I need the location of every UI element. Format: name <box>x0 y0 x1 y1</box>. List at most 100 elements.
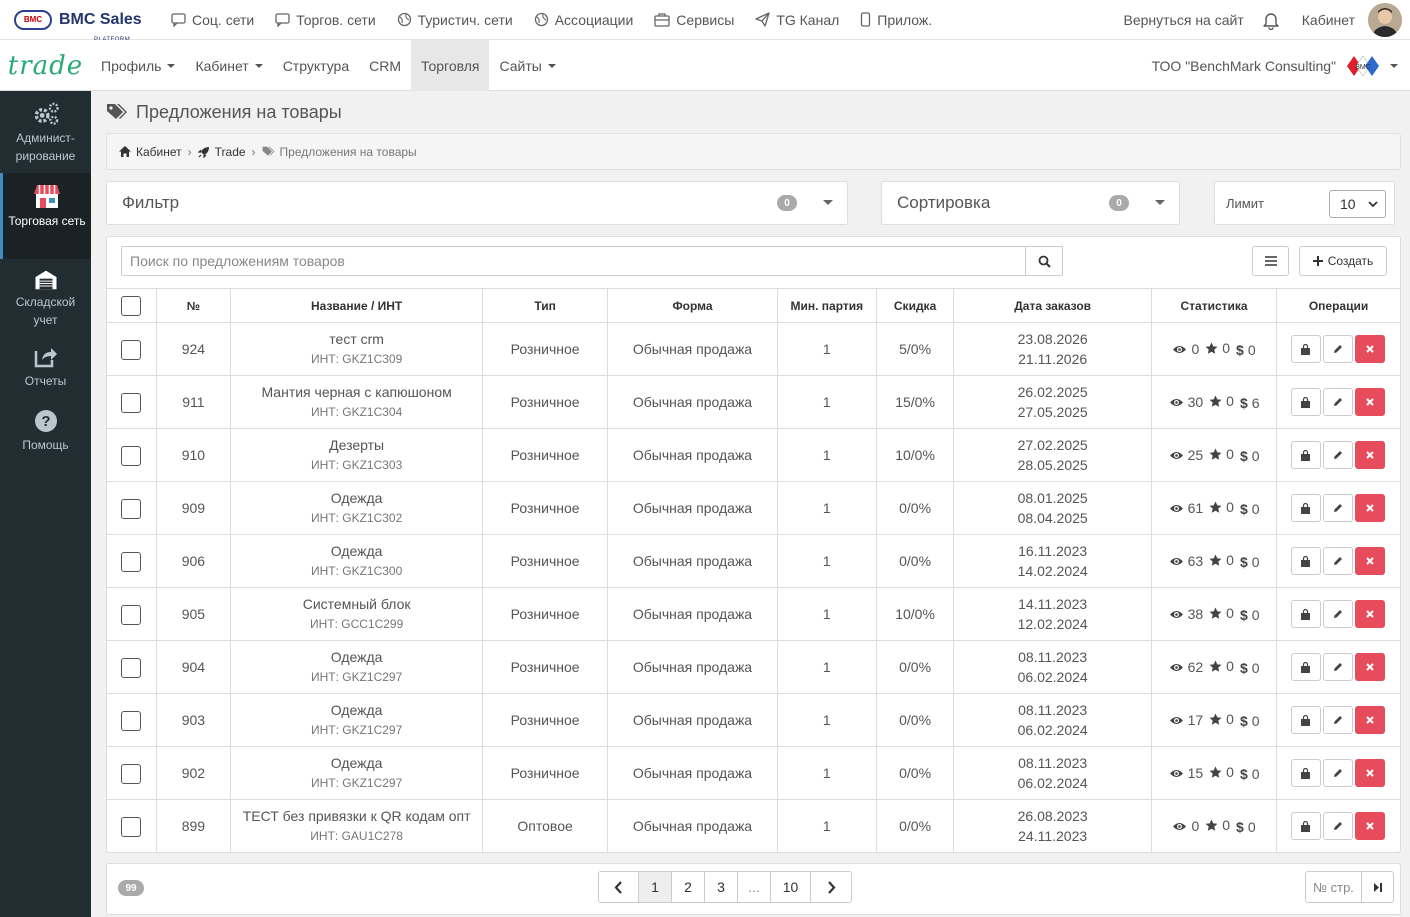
offer-name[interactable]: Дезерты <box>231 435 482 455</box>
order-button[interactable] <box>1290 335 1321 363</box>
offer-name[interactable]: Одежда <box>231 647 482 667</box>
table-row[interactable]: 906 Одежда ИНТ: GKZ1C300 Розничное Обычная п… <box>107 534 1400 588</box>
table-row[interactable]: 904 Одежда ИНТ: GKZ1C297 Розничное Обычная п… <box>107 640 1400 694</box>
sidebar-item-help[interactable]: ? Помощь <box>0 401 91 465</box>
nav-crm[interactable]: CRM <box>359 40 411 91</box>
edit-button[interactable] <box>1322 494 1353 522</box>
delete-button[interactable] <box>1354 706 1385 734</box>
table-row[interactable]: 910 Дезерты ИНТ: GKZ1C303 Розничное Обычная … <box>107 428 1400 482</box>
delete-button[interactable] <box>1354 600 1385 628</box>
avatar[interactable] <box>1368 3 1402 37</box>
order-button[interactable] <box>1290 441 1321 469</box>
select-all-checkbox[interactable] <box>121 295 142 316</box>
order-button[interactable] <box>1290 706 1321 734</box>
offer-name[interactable]: Одежда <box>231 700 482 720</box>
row-checkbox[interactable] <box>121 445 142 466</box>
prev-page-button[interactable] <box>599 872 639 902</box>
order-button[interactable] <box>1290 600 1321 628</box>
platform-logo[interactable]: BMC BMC Sales PLATFORM <box>14 9 154 43</box>
cabinet-link[interactable]: Кабинет <box>1302 12 1355 28</box>
edit-button[interactable] <box>1322 706 1353 734</box>
table-row[interactable]: 899 ТЕСТ без привязки к QR кодам опт ИНТ: … <box>107 799 1400 853</box>
row-checkbox[interactable] <box>121 657 142 678</box>
back-to-site-link[interactable]: Вернуться на сайт <box>1124 12 1244 28</box>
columns-menu-button[interactable] <box>1252 246 1289 276</box>
offer-name[interactable]: Одежда <box>231 488 482 508</box>
table-row[interactable]: 903 Одежда ИНТ: GKZ1C297 Розничное Обычная п… <box>107 693 1400 747</box>
delete-button[interactable] <box>1354 441 1385 469</box>
offer-name[interactable]: Одежда <box>231 753 482 773</box>
delete-button[interactable] <box>1354 388 1385 416</box>
breadcrumb-trade[interactable]: Trade <box>215 145 246 159</box>
create-button[interactable]: Создать <box>1299 246 1387 276</box>
top-nav-services[interactable]: Сервисы <box>654 12 734 28</box>
order-button[interactable] <box>1290 812 1321 840</box>
page-number-input[interactable]: № стр. <box>1306 872 1362 902</box>
top-nav-telegram[interactable]: TG Канал <box>755 12 839 28</box>
top-nav-associations[interactable]: Ассоциации <box>534 12 633 28</box>
nav-sites[interactable]: Сайты <box>489 40 565 91</box>
sidebar-item-warehouse[interactable]: Складской учет <box>0 259 91 337</box>
nav-cabinet[interactable]: Кабинет <box>185 40 272 91</box>
delete-button[interactable] <box>1354 812 1385 840</box>
order-button[interactable] <box>1290 653 1321 681</box>
table-row[interactable]: 924 тест crm ИНТ: GKZ1C309 Розничное Обычная… <box>107 322 1400 376</box>
top-nav-trade[interactable]: Торгов. сети <box>275 12 376 28</box>
page-3-button[interactable]: 3 <box>705 872 738 902</box>
edit-button[interactable] <box>1322 547 1353 575</box>
offer-name[interactable]: ТЕСТ без привязки к QR кодам опт <box>231 806 482 826</box>
filter-panel-toggle[interactable]: Фильтр 0 <box>106 181 848 225</box>
sidebar-item-admin[interactable]: Админист-рирование <box>0 91 91 173</box>
order-button[interactable] <box>1290 388 1321 416</box>
edit-button[interactable] <box>1322 388 1353 416</box>
sidebar-item-trade-network[interactable]: Торговая сеть <box>0 173 91 259</box>
col-header-form[interactable]: Форма <box>607 288 778 323</box>
row-checkbox[interactable] <box>121 498 142 519</box>
search-button[interactable] <box>1025 246 1063 276</box>
brand-logo[interactable]: trade <box>0 40 91 91</box>
top-nav-apps[interactable]: Прилож. <box>860 12 932 28</box>
row-checkbox[interactable] <box>121 816 142 837</box>
col-header-number[interactable]: № <box>156 288 232 323</box>
col-header-min-batch[interactable]: Мин. партия <box>777 288 877 323</box>
page-2-button[interactable]: 2 <box>672 872 705 902</box>
order-button[interactable] <box>1290 547 1321 575</box>
table-row[interactable]: 902 Одежда ИНТ: GKZ1C297 Розничное Обычная п… <box>107 746 1400 800</box>
row-checkbox[interactable] <box>121 551 142 572</box>
col-header-type[interactable]: Тип <box>482 288 609 323</box>
order-button[interactable] <box>1290 759 1321 787</box>
page-10-button[interactable]: 10 <box>771 872 811 902</box>
edit-button[interactable] <box>1322 600 1353 628</box>
edit-button[interactable] <box>1322 653 1353 681</box>
offer-name[interactable]: Одежда <box>231 541 482 561</box>
page-1-button[interactable]: 1 <box>639 872 672 902</box>
order-button[interactable] <box>1290 494 1321 522</box>
breadcrumb-cabinet[interactable]: Кабинет <box>136 145 182 159</box>
edit-button[interactable] <box>1322 335 1353 363</box>
delete-button[interactable] <box>1354 759 1385 787</box>
offer-name[interactable]: Системный блок <box>231 594 482 614</box>
edit-button[interactable] <box>1322 441 1353 469</box>
nav-profile[interactable]: Профиль <box>91 40 185 91</box>
search-input[interactable]: Поиск по предложениям товаров <box>121 246 1063 276</box>
table-row[interactable]: 905 Системный блок ИНТ: GCC1C299 Розничное О… <box>107 587 1400 641</box>
offer-name[interactable]: тест crm <box>231 329 482 349</box>
offer-name[interactable]: Мантия черная с капюшоном <box>231 382 482 402</box>
top-nav-social[interactable]: Соц. сети <box>171 12 254 28</box>
row-checkbox[interactable] <box>121 339 142 360</box>
nav-structure[interactable]: Структура <box>273 40 359 91</box>
col-header-order-dates[interactable]: Дата заказов <box>953 288 1153 323</box>
limit-select[interactable]: 10 <box>1329 190 1386 218</box>
edit-button[interactable] <box>1322 812 1353 840</box>
table-row[interactable]: 909 Одежда ИНТ: GKZ1C302 Розничное Обычная п… <box>107 481 1400 535</box>
row-checkbox[interactable] <box>121 710 142 731</box>
go-to-page-button[interactable] <box>1362 872 1393 902</box>
edit-button[interactable] <box>1322 759 1353 787</box>
col-header-discount[interactable]: Скидка <box>876 288 955 323</box>
row-checkbox[interactable] <box>121 604 142 625</box>
company-switcher[interactable]: ТОО "BenchMark Consulting" BMC <box>1152 40 1398 91</box>
next-page-button[interactable] <box>811 872 851 902</box>
delete-button[interactable] <box>1354 547 1385 575</box>
sidebar-item-reports[interactable]: Отчеты <box>0 337 91 401</box>
top-nav-tourism[interactable]: Туристич. сети <box>397 12 513 28</box>
